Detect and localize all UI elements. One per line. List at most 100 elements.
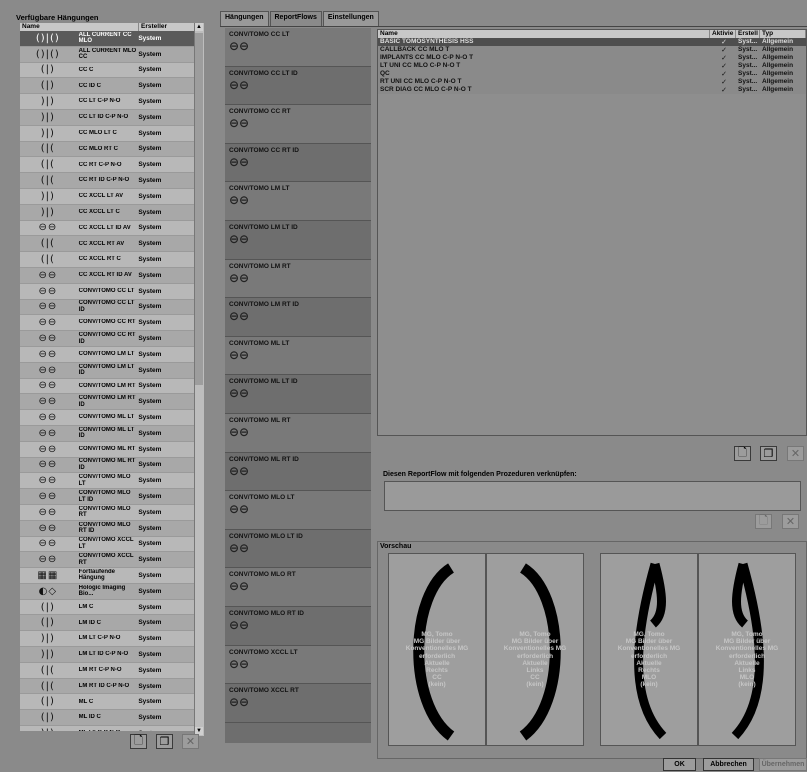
hanging-row[interactable]: (|) ML C System xyxy=(20,694,194,711)
hanging-layout-icon: )|) xyxy=(20,728,76,731)
reportflow-hanging-item[interactable]: CONV/TOMO LM RT ID ⊖⊖ xyxy=(225,298,371,337)
hanging-row[interactable]: (|(LM RT C-P N-O System xyxy=(20,662,194,679)
reportflow-hanging-item[interactable]: CONV/TOMO LM LT ⊖⊖ xyxy=(225,182,371,221)
hanging-row[interactable]: (|) LM C System xyxy=(20,599,194,616)
new-procedure-button[interactable]: 🗋 xyxy=(755,514,772,529)
hanging-row[interactable]: ⊖⊖ CONV/TOMO MLO LT ID System xyxy=(20,489,194,505)
rf-col-creator[interactable]: Erstell xyxy=(736,30,760,38)
hanging-row[interactable]: ⊖⊖ CONV/TOMO MLO RT System xyxy=(20,504,194,521)
hanging-name: CC ID C xyxy=(78,82,102,89)
reportflow-hanging-item[interactable]: CONV/TOMO CC RT ⊖⊖ xyxy=(225,105,371,144)
hanging-row[interactable]: )|) CC LT C-P N-O System xyxy=(20,94,194,110)
reportflow-row[interactable]: BASIC TOMOSYNTHESIS HSS ✓ Syst... Allgemein xyxy=(378,38,806,46)
hanging-row[interactable]: ⊖⊖ CONV/TOMO LM RT ID System xyxy=(20,394,194,411)
reportflow-hanging-item[interactable]: CONV/TOMO ML LT ID ⊖⊖ xyxy=(225,375,371,414)
reportflow-hanging-item[interactable]: CONV/TOMO MLO LT ID ⊖⊖ xyxy=(225,529,371,569)
hanging-row[interactable]: ⊖⊖ CONV/TOMO MLO LT System xyxy=(20,473,194,490)
reportflow-hanging-item[interactable]: CONV/TOMO ML RT ID ⊖⊖ xyxy=(225,452,371,492)
hanging-row[interactable]: ⊖⊖ CONV/TOMO LM LT ID System xyxy=(20,362,194,379)
rf-col-name[interactable]: Name xyxy=(378,30,710,38)
reportflow-row[interactable]: CALLBACK CC MLO T ✓ Syst... Allgemein xyxy=(378,46,806,54)
hanging-row[interactable]: (|(CC XCCL RT C System xyxy=(20,252,194,268)
delete-reportflow-button[interactable]: ✕ xyxy=(787,446,804,461)
procedures-box[interactable] xyxy=(384,481,801,511)
ok-button[interactable]: OK xyxy=(663,758,696,771)
hanging-row[interactable]: ⊖⊖ CONV/TOMO CC LT System xyxy=(20,283,194,300)
hanging-row[interactable]: )|) CC MLO LT C System xyxy=(20,125,194,142)
reportflow-hanging-item[interactable]: CONV/TOMO ML LT ⊖⊖ xyxy=(225,336,371,376)
reportflow-hanging-item[interactable]: CONV/TOMO LM LT ID ⊖⊖ xyxy=(225,220,371,260)
col-name-header[interactable]: Name xyxy=(20,23,138,31)
hanging-row[interactable]: )|) CC LT ID C-P N-O System xyxy=(20,109,194,126)
reportflow-hanging-item[interactable]: CONV/TOMO CC LT ID ⊖⊖ xyxy=(225,66,371,106)
hanging-row[interactable]: ()|() ALL CURRENT CC MLO System xyxy=(20,31,194,47)
reportflow-hanging-item[interactable]: CONV/TOMO LM RT ⊖⊖ xyxy=(225,259,371,299)
hanging-layout-icon: (|( xyxy=(40,238,55,250)
hanging-row[interactable]: ⊖⊖ CONV/TOMO LM LT System xyxy=(20,346,194,363)
hanging-row[interactable]: )|) LM LT C-P N-O System xyxy=(20,631,194,648)
reportflow-row[interactable]: LT UNI CC MLO C-P N-O T ✓ Syst... Allgemein xyxy=(378,62,806,70)
cancel-button[interactable]: Abbrechen xyxy=(703,758,754,771)
hanging-row[interactable]: (|(LM RT ID C-P N-O System xyxy=(20,678,194,695)
reportflow-hanging-item[interactable]: CONV/TOMO XCCL LT ⊖⊖ xyxy=(225,645,371,685)
new-icon: 🗋 xyxy=(759,514,768,527)
delete-hanging-button[interactable]: ✕ xyxy=(182,734,199,749)
reportflow-row[interactable]: SCR DIAG CC MLO C-P N-O T ✓ Syst... Allgeme… xyxy=(378,86,806,94)
hanging-row[interactable]: ()|() ALL CURRENT MLO CC System xyxy=(20,46,194,63)
hanging-row[interactable]: (|) LM ID C System xyxy=(20,615,194,632)
hanging-item-label: CONV/TOMO ML RT ID xyxy=(229,455,299,463)
col-creator-header[interactable]: Ersteller xyxy=(138,23,199,31)
hanging-row[interactable]: ⊖⊖ CONV/TOMO XCCL LT System xyxy=(20,536,194,553)
reportflow-hanging-item[interactable]: CONV/TOMO MLO RT ID ⊖⊖ xyxy=(225,606,371,646)
hanging-row[interactable]: ⊖⊖ CONV/TOMO LM RT System xyxy=(20,378,194,395)
hanging-row[interactable]: )|) CC XCCL LT C System xyxy=(20,204,194,221)
reportflow-hanging-item[interactable]: CONV/TOMO CC LT ⊖⊖ xyxy=(225,28,371,67)
hanging-row[interactable]: ▦▦ Fortlaufende Hängung System xyxy=(20,568,194,584)
hanging-row[interactable]: ⊖⊖ CONV/TOMO ML RT System xyxy=(20,441,194,458)
hanging-row[interactable]: (|(CC XCCL RT AV System xyxy=(20,236,194,253)
hanging-row[interactable]: ◐◇ Hologic Imaging Bio... System xyxy=(20,583,194,600)
hanging-row[interactable]: (|) CC ID C System xyxy=(20,78,194,95)
reportflow-hanging-item[interactable]: CONV/TOMO ML RT ⊖⊖ xyxy=(225,413,371,453)
hanging-row[interactable]: )|) LM LT ID C-P N-O System xyxy=(20,647,194,663)
hanging-layout-icon: ⊖⊖ xyxy=(38,538,58,550)
hanging-row[interactable]: ⊖⊖ CC XCCL RT ID AV System xyxy=(20,267,194,284)
hanging-row[interactable]: (|) CC C System xyxy=(20,62,194,79)
hanging-row[interactable]: ⊖⊖ CONV/TOMO CC LT ID System xyxy=(20,299,194,316)
hanging-row[interactable]: ⊖⊖ CONV/TOMO CC RT System xyxy=(20,315,194,332)
hanging-row[interactable]: ⊖⊖ CONV/TOMO ML LT ID System xyxy=(20,425,194,442)
hanging-row[interactable]: (|(CC RT ID C-P N-O System xyxy=(20,173,194,189)
copy-reportflow-button[interactable]: ❐ xyxy=(760,446,777,461)
tab-einstellungen[interactable]: Einstellungen xyxy=(322,11,379,26)
reportflow-row[interactable]: RT UNI CC MLO C-P N-O T ✓ Syst... Allgemein xyxy=(378,78,806,86)
hanging-row[interactable]: ⊖⊖ CC XCCL LT ID AV System xyxy=(20,220,194,237)
scroll-up-button[interactable]: ▲ xyxy=(195,23,203,31)
hanging-row[interactable]: )|)ML LT C-P N-OSystem xyxy=(20,726,194,731)
hanging-row[interactable]: (|(CC RT C-P N-O System xyxy=(20,157,194,174)
rf-col-active[interactable]: Aktivie xyxy=(710,30,736,38)
delete-procedure-button[interactable]: ✕ xyxy=(782,514,799,529)
hanging-row[interactable]: ⊖⊖ CONV/TOMO MLO RT ID System xyxy=(20,520,194,537)
rf-col-type[interactable]: Typ xyxy=(760,30,806,38)
hanging-row[interactable]: ⊖⊖ CONV/TOMO XCCL RT System xyxy=(20,552,194,569)
hanging-row[interactable]: (|) ML ID C System xyxy=(20,710,194,727)
new-reportflow-button[interactable]: 🗋 xyxy=(734,446,751,461)
reportflow-row[interactable]: QC ✓ Syst... Allgemein xyxy=(378,70,806,78)
hanging-row[interactable]: )|) CC XCCL LT AV System xyxy=(20,188,194,205)
reportflow-row[interactable]: IMPLANTS CC MLO C-P N-O T ✓ Syst... Allgeme… xyxy=(378,54,806,62)
scroll-thumb[interactable] xyxy=(195,33,203,385)
new-hanging-button[interactable]: 🗋 xyxy=(130,734,147,749)
hanging-row[interactable]: ⊖⊖ CONV/TOMO CC RT ID System xyxy=(20,331,194,347)
reportflow-hanging-item[interactable]: CONV/TOMO MLO LT ⊖⊖ xyxy=(225,491,371,530)
copy-hanging-button[interactable]: ❐ xyxy=(156,734,173,749)
reportflow-hanging-item[interactable]: CONV/TOMO MLO RT ⊖⊖ xyxy=(225,568,371,607)
reportflow-creator: Syst... xyxy=(738,78,758,85)
tab-reportflows[interactable]: ReportFlows xyxy=(269,11,322,26)
tab-hngungen[interactable]: Hängungen xyxy=(220,11,269,26)
reportflow-hanging-item[interactable]: CONV/TOMO XCCL RT ⊖⊖ xyxy=(225,684,371,723)
reportflow-hanging-item[interactable]: CONV/TOMO CC RT ID ⊖⊖ xyxy=(225,143,371,183)
hanging-row[interactable]: ⊖⊖ CONV/TOMO ML RT ID System xyxy=(20,457,194,474)
hanging-row[interactable]: ⊖⊖ CONV/TOMO ML LT System xyxy=(20,410,194,426)
hanging-row[interactable]: (|(CC MLO RT C System xyxy=(20,141,194,158)
apply-button[interactable]: Übernehmen xyxy=(759,758,807,771)
